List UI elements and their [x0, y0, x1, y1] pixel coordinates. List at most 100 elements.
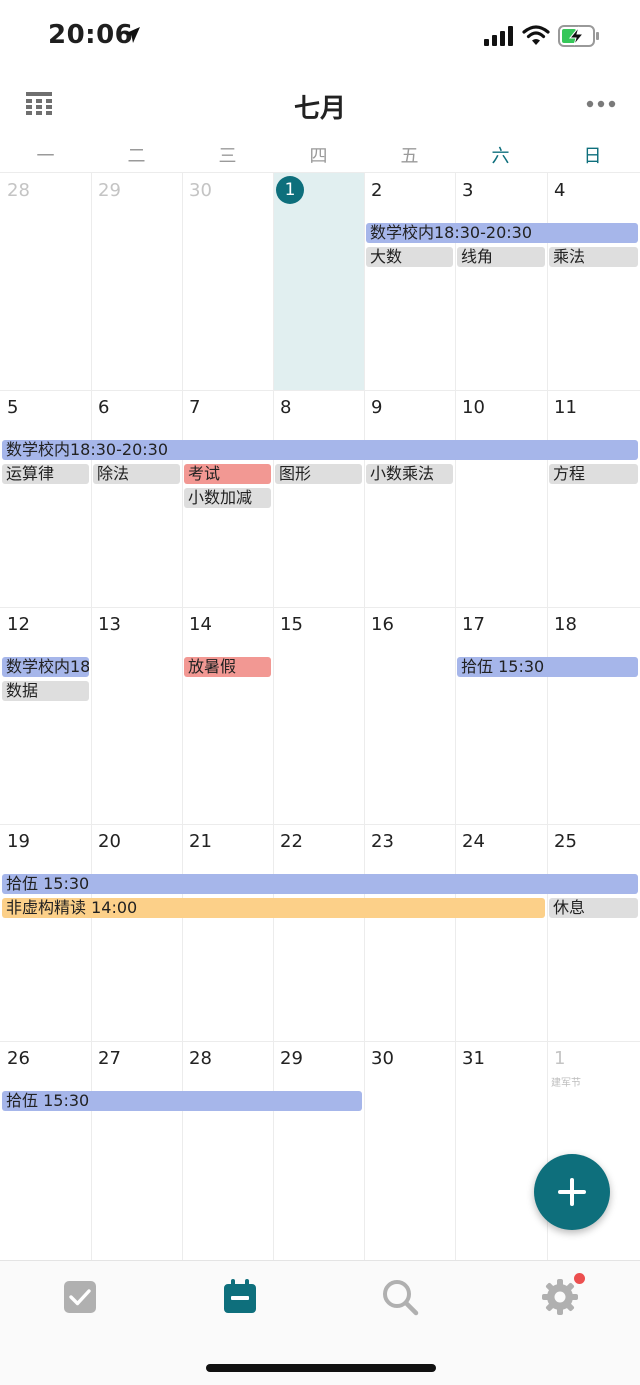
day-cell[interactable] — [547, 173, 640, 390]
event-bar[interactable]: 小数乘法 — [366, 464, 453, 484]
weekday-label: 二 — [127, 146, 146, 167]
month-title[interactable]: 七月 — [0, 88, 640, 125]
day-number: 17 — [462, 614, 485, 635]
weekday-label: 四 — [309, 146, 328, 167]
day-cell[interactable] — [91, 607, 182, 824]
day-number: 23 — [371, 831, 394, 852]
day-cell[interactable] — [182, 607, 273, 824]
today-day-number: 1 — [276, 176, 304, 204]
event-bar[interactable]: 数学校内18:30-20:30 — [2, 440, 638, 460]
day-number: 2 — [371, 180, 383, 201]
event-bar[interactable]: 拾伍 15:30 — [2, 1091, 362, 1111]
day-cell[interactable] — [364, 824, 455, 1041]
event-bar[interactable]: 数据 — [2, 681, 89, 701]
day-cell[interactable] — [364, 1041, 455, 1258]
event-bar[interactable]: 乘法 — [549, 247, 638, 267]
day-cell[interactable] — [273, 824, 364, 1041]
day-number: 21 — [189, 831, 212, 852]
event-bar[interactable]: 放暑假 — [184, 657, 271, 677]
day-number: 4 — [554, 180, 566, 201]
day-cell[interactable] — [273, 390, 364, 607]
day-number: 26 — [7, 1048, 30, 1069]
day-number: 12 — [7, 614, 30, 635]
day-number: 18 — [554, 614, 577, 635]
weekday-label: 日 — [583, 146, 602, 167]
weekday-label: 一 — [36, 146, 55, 167]
day-cell[interactable] — [547, 390, 640, 607]
day-number: 24 — [462, 831, 485, 852]
day-cell[interactable] — [455, 824, 547, 1041]
day-number: 9 — [371, 397, 383, 418]
cellular-signal-icon — [484, 26, 513, 46]
day-number: 29 — [280, 1048, 303, 1069]
day-cell[interactable] — [0, 607, 91, 824]
notification-dot — [574, 1273, 585, 1284]
day-cell[interactable] — [364, 607, 455, 824]
day-cell[interactable] — [91, 824, 182, 1041]
day-number: 1 — [554, 1048, 566, 1069]
day-cell[interactable] — [182, 824, 273, 1041]
battery-charging-icon — [558, 25, 599, 47]
event-bar[interactable]: 图形 — [275, 464, 362, 484]
day-cell[interactable] — [182, 1041, 273, 1258]
add-event-button[interactable] — [534, 1154, 610, 1230]
day-number: 20 — [98, 831, 121, 852]
month-grid: 28 29 30 1 2 3 4 5 6 7 8 9 10 11 12 13 14 15 16 17 18 19 20 21 2… — [0, 172, 640, 1261]
day-number: 30 — [189, 180, 212, 201]
day-cell[interactable] — [0, 173, 91, 390]
status-time: 20:06 — [48, 20, 134, 50]
day-number: 14 — [189, 614, 212, 635]
day-cell[interactable] — [547, 607, 640, 824]
day-cell[interactable] — [455, 607, 547, 824]
event-bar[interactable]: 数学校内18:30-20:30 — [2, 657, 89, 677]
day-number: 30 — [371, 1048, 394, 1069]
day-number: 6 — [98, 397, 110, 418]
day-cell[interactable] — [91, 1041, 182, 1258]
day-cell[interactable] — [364, 390, 455, 607]
calendar-header: 七月 — [0, 72, 640, 142]
day-number: 28 — [7, 180, 30, 201]
event-bar[interactable]: 方程 — [549, 464, 638, 484]
day-cell[interactable] — [273, 607, 364, 824]
checkbox-icon[interactable] — [60, 1277, 100, 1317]
weekday-label: 三 — [218, 146, 237, 167]
event-bar[interactable]: 拾伍 15:30 — [2, 874, 638, 894]
event-bar[interactable]: 非虚构精读 14:00 — [2, 898, 545, 918]
event-bar[interactable]: 大数 — [366, 247, 453, 267]
weekday-header: 一 二 三 四 五 六 日 — [0, 142, 640, 172]
status-bar: 20:06 — [0, 0, 640, 72]
day-number: 11 — [554, 397, 577, 418]
event-bar[interactable]: 休息 — [549, 898, 638, 918]
event-bar[interactable]: 除法 — [93, 464, 180, 484]
day-cell[interactable] — [273, 173, 364, 390]
event-bar[interactable]: 考试 — [184, 464, 271, 484]
event-bar[interactable]: 线角 — [457, 247, 545, 267]
day-cell[interactable] — [455, 1041, 547, 1258]
plus-icon — [558, 1178, 586, 1206]
day-number: 19 — [7, 831, 30, 852]
event-bar[interactable]: 数学校内18:30-20:30 — [366, 223, 638, 243]
day-cell[interactable] — [91, 390, 182, 607]
home-indicator[interactable] — [206, 1364, 436, 1372]
more-icon[interactable] — [586, 99, 616, 109]
search-icon[interactable] — [380, 1277, 420, 1317]
event-bar[interactable]: 拾伍 15:30 — [457, 657, 638, 677]
day-cell[interactable] — [91, 173, 182, 390]
day-number: 5 — [7, 397, 19, 418]
gear-icon[interactable] — [540, 1277, 580, 1317]
day-cell[interactable] — [455, 173, 547, 390]
day-cell[interactable] — [0, 390, 91, 607]
day-cell[interactable] — [364, 173, 455, 390]
day-number: 10 — [462, 397, 485, 418]
event-bar[interactable]: 小数加减 — [184, 488, 271, 508]
day-cell[interactable] — [182, 173, 273, 390]
day-number: 3 — [462, 180, 474, 201]
calendar-icon[interactable] — [220, 1277, 260, 1317]
day-cell[interactable] — [547, 824, 640, 1041]
weekday-label: 六 — [491, 146, 510, 167]
day-cell[interactable] — [273, 1041, 364, 1258]
day-cell[interactable] — [455, 390, 547, 607]
day-cell[interactable] — [0, 1041, 91, 1258]
day-cell[interactable] — [0, 824, 91, 1041]
event-bar[interactable]: 运算律 — [2, 464, 89, 484]
